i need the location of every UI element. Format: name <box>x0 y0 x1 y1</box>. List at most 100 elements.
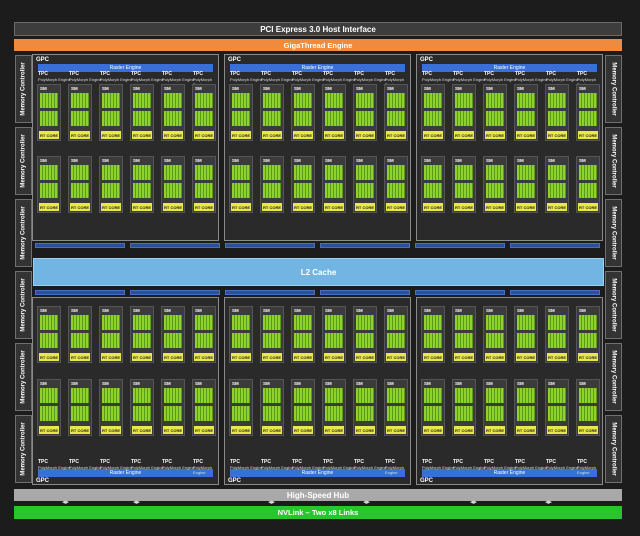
rt-core: RT CORE <box>231 353 251 361</box>
polymorph-engine-label: PolyMorph Engine <box>323 77 356 82</box>
gpc-block: GPC Raster Engine TPC PolyMorph Engine SM RT … <box>32 54 219 241</box>
pcie-host-interface: PCI Express 3.0 Host Interface <box>14 22 622 36</box>
cuda-cores <box>195 111 213 126</box>
memory-controller-label: Memory Controller <box>610 206 617 260</box>
rt-core: RT CORE <box>386 426 406 434</box>
polymorph-engine-label: PolyMorph Engine <box>131 465 164 470</box>
cuda-cores <box>232 315 250 330</box>
cuda-cores <box>102 183 120 198</box>
streaming-multiprocessor: SM RT CORE <box>37 84 61 141</box>
cuda-cores <box>579 388 597 403</box>
cuda-cores <box>455 333 473 348</box>
tpc-header: TPCPolyMorph Engine <box>162 460 195 471</box>
streaming-multiprocessor: SM RT CORE <box>353 156 377 213</box>
cuda-cores <box>486 315 504 330</box>
tpc-header: TPCPolyMorph Engine <box>162 72 195 83</box>
polymorph-engine-label: PolyMorph Engine <box>515 465 548 470</box>
cuda-cores <box>102 406 120 421</box>
memory-controller-label: Memory Controller <box>610 134 617 188</box>
polymorph-engine-label: PolyMorph Engine <box>193 465 213 475</box>
sm-label: SM <box>486 308 493 313</box>
streaming-multiprocessor: SM RT CORE <box>99 84 123 141</box>
rt-core: RT CORE <box>423 426 443 434</box>
cuda-cores <box>294 388 312 403</box>
cuda-cores <box>387 388 405 403</box>
sm-label: SM <box>195 308 202 313</box>
memory-controller-right: Memory Controller <box>605 343 622 411</box>
streaming-multiprocessor: SM RT CORE <box>68 156 92 213</box>
tpc-header: TPCPolyMorph Engine <box>577 460 602 476</box>
sm-label: SM <box>486 158 493 163</box>
polymorph-engine-label: PolyMorph Engine <box>484 77 517 82</box>
rt-core: RT CORE <box>194 203 214 211</box>
cuda-cores <box>325 333 343 348</box>
cuda-cores <box>387 111 405 126</box>
sm-label: SM <box>164 158 171 163</box>
streaming-multiprocessor: SM RT CORE <box>353 306 377 363</box>
cuda-cores <box>486 183 504 198</box>
rt-core: RT CORE <box>231 426 251 434</box>
gpc-block: GPC Raster Engine TPC PolyMorph Engine SM RT … <box>224 54 411 241</box>
cuda-cores <box>579 315 597 330</box>
rt-core: RT CORE <box>578 203 598 211</box>
cuda-cores <box>195 388 213 403</box>
memory-controller-label: Memory Controller <box>610 422 617 476</box>
rt-core: RT CORE <box>70 353 90 361</box>
tpc-header: TPCPolyMorph Engine <box>422 72 455 83</box>
cuda-cores <box>486 388 504 403</box>
memory-interface-strip <box>510 290 600 295</box>
cuda-cores <box>164 388 182 403</box>
rt-core: RT CORE <box>423 131 443 139</box>
streaming-multiprocessor: SM RT CORE <box>514 84 538 141</box>
streaming-multiprocessor: SM RT CORE <box>384 306 408 363</box>
sm-label: SM <box>356 381 363 386</box>
memory-controller-right: Memory Controller <box>605 127 622 195</box>
polymorph-engine-label: PolyMorph Engine <box>162 465 195 470</box>
cuda-cores <box>133 165 151 180</box>
streaming-multiprocessor: SM RT CORE <box>514 156 538 213</box>
streaming-multiprocessor: SM RT CORE <box>229 156 253 213</box>
streaming-multiprocessor: SM RT CORE <box>545 156 569 213</box>
sm-label: SM <box>40 381 47 386</box>
rt-core: RT CORE <box>355 203 375 211</box>
streaming-multiprocessor: SM RT CORE <box>192 84 216 141</box>
polymorph-engine-label: PolyMorph Engine <box>453 77 486 82</box>
sm-label: SM <box>486 381 493 386</box>
rt-core: RT CORE <box>194 426 214 434</box>
cuda-cores <box>579 333 597 348</box>
sm-label: SM <box>164 381 171 386</box>
cuda-cores <box>548 111 566 126</box>
tpc-header: TPCPolyMorph Engine <box>261 72 294 83</box>
cuda-cores <box>548 388 566 403</box>
memory-controller-left: Memory Controller <box>15 271 32 339</box>
tpc-header: TPCPolyMorph Engine <box>230 460 263 471</box>
cuda-cores <box>424 388 442 403</box>
polymorph-engine-label: PolyMorph Engine <box>38 465 71 470</box>
rt-core: RT CORE <box>262 353 282 361</box>
cuda-cores <box>232 93 250 108</box>
streaming-multiprocessor: SM RT CORE <box>291 306 315 363</box>
rt-core: RT CORE <box>132 131 152 139</box>
sm-label: SM <box>232 308 239 313</box>
rt-core: RT CORE <box>578 426 598 434</box>
cuda-cores <box>263 165 281 180</box>
memory-controller-right: Memory Controller <box>605 199 622 267</box>
cuda-cores <box>263 183 281 198</box>
tpc-header: TPCPolyMorph Engine <box>354 72 387 83</box>
sm-label: SM <box>195 158 202 163</box>
nvlink-bar: NVLink – Two x8 Links <box>14 506 622 519</box>
cuda-cores <box>133 406 151 421</box>
rt-core: RT CORE <box>578 131 598 139</box>
streaming-multiprocessor: SM RT CORE <box>260 156 284 213</box>
rt-core: RT CORE <box>101 203 121 211</box>
sm-label: SM <box>133 158 140 163</box>
tpc-header: TPCPolyMorph Engine <box>69 460 102 471</box>
cuda-cores <box>424 315 442 330</box>
sm-label: SM <box>455 86 462 91</box>
streaming-multiprocessor: SM RT CORE <box>483 84 507 141</box>
sm-label: SM <box>517 86 524 91</box>
streaming-multiprocessor: SM RT CORE <box>322 156 346 213</box>
rt-core: RT CORE <box>293 426 313 434</box>
rt-core: RT CORE <box>231 203 251 211</box>
rt-core: RT CORE <box>355 353 375 361</box>
